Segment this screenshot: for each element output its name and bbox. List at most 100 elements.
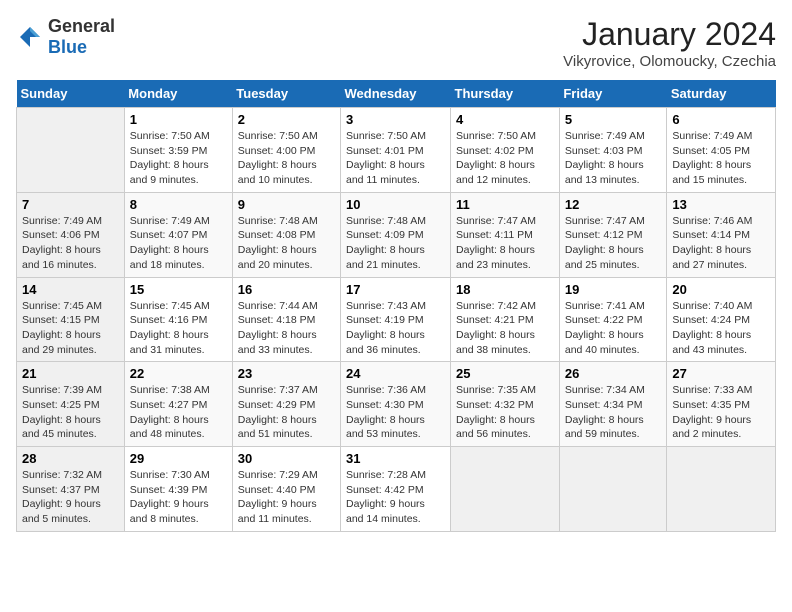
location-subtitle: Vikyrovice, Olomoucky, Czechia: [563, 53, 776, 70]
day-details: Sunrise: 7:45 AM Sunset: 4:16 PM Dayligh…: [130, 299, 227, 358]
day-number: 26: [565, 366, 662, 381]
cell-3-3: 24 Sunrise: 7:36 AM Sunset: 4:30 PM Dayli…: [341, 362, 451, 447]
day-number: 17: [346, 282, 445, 297]
day-number: 21: [22, 366, 119, 381]
week-row-2: 7Sunrise: 7:49 AM Sunset: 4:06 PM Daylig…: [17, 192, 776, 277]
day-number: 1: [130, 112, 227, 127]
cell-3-1: 22 Sunrise: 7:38 AM Sunset: 4:27 PM Dayli…: [124, 362, 232, 447]
day-details: Sunrise: 7:37 AM Sunset: 4:29 PM Dayligh…: [238, 383, 335, 442]
week-row-4: 21 Sunrise: 7:39 AM Sunset: 4:25 PM Dayli…: [17, 362, 776, 447]
day-number: 5: [565, 112, 662, 127]
header-row: Sunday Monday Tuesday Wednesday Thursday…: [17, 80, 776, 108]
day-details: Sunrise: 7:48 AM Sunset: 4:09 PM Dayligh…: [346, 214, 445, 273]
day-number: 8: [130, 197, 227, 212]
day-number: 22: [130, 366, 227, 381]
cell-1-6: 13 Sunrise: 7:46 AM Sunset: 4:14 PM Dayli…: [667, 192, 776, 277]
cell-0-2: 2 Sunrise: 7:50 AM Sunset: 4:00 PM Daylig…: [232, 108, 340, 193]
logo-icon: [16, 23, 44, 51]
day-number: 3: [346, 112, 445, 127]
day-details: Sunrise: 7:49 AM Sunset: 4:05 PM Dayligh…: [672, 129, 770, 188]
cell-4-1: 29 Sunrise: 7:30 AM Sunset: 4:39 PM Dayli…: [124, 447, 232, 532]
day-details: Sunrise: 7:49 AM Sunset: 4:07 PM Dayligh…: [130, 214, 227, 273]
day-details: Sunrise: 7:34 AM Sunset: 4:34 PM Dayligh…: [565, 383, 662, 442]
cell-4-2: 30 Sunrise: 7:29 AM Sunset: 4:40 PM Dayli…: [232, 447, 340, 532]
day-number: 24: [346, 366, 445, 381]
day-number: 15: [130, 282, 227, 297]
day-number: 19: [565, 282, 662, 297]
cell-1-5: 12 Sunrise: 7:47 AM Sunset: 4:12 PM Dayli…: [559, 192, 667, 277]
header-section: General Blue January 2024 Vikyrovice, Ol…: [16, 16, 776, 70]
col-tuesday: Tuesday: [232, 80, 340, 108]
day-details: Sunrise: 7:35 AM Sunset: 4:32 PM Dayligh…: [456, 383, 554, 442]
day-number: 23: [238, 366, 335, 381]
cell-0-4: 4Sunrise: 7:50 AM Sunset: 4:02 PM Daylig…: [451, 108, 560, 193]
cell-4-3: 31Sunrise: 7:28 AM Sunset: 4:42 PM Dayli…: [341, 447, 451, 532]
col-friday: Friday: [559, 80, 667, 108]
cell-0-3: 3 Sunrise: 7:50 AM Sunset: 4:01 PM Daylig…: [341, 108, 451, 193]
logo-text: General Blue: [48, 16, 115, 58]
day-number: 10: [346, 197, 445, 212]
day-details: Sunrise: 7:29 AM Sunset: 4:40 PM Dayligh…: [238, 468, 335, 527]
day-details: Sunrise: 7:36 AM Sunset: 4:30 PM Dayligh…: [346, 383, 445, 442]
title-section: January 2024 Vikyrovice, Olomoucky, Czec…: [563, 16, 776, 70]
cell-0-6: 6 Sunrise: 7:49 AM Sunset: 4:05 PM Daylig…: [667, 108, 776, 193]
day-details: Sunrise: 7:45 AM Sunset: 4:15 PM Dayligh…: [22, 299, 119, 358]
col-wednesday: Wednesday: [341, 80, 451, 108]
day-details: Sunrise: 7:42 AM Sunset: 4:21 PM Dayligh…: [456, 299, 554, 358]
day-number: 20: [672, 282, 770, 297]
day-number: 9: [238, 197, 335, 212]
cell-4-0: 28 Sunrise: 7:32 AM Sunset: 4:37 PM Dayli…: [17, 447, 125, 532]
day-number: 30: [238, 451, 335, 466]
day-number: 27: [672, 366, 770, 381]
cell-2-1: 15 Sunrise: 7:45 AM Sunset: 4:16 PM Dayli…: [124, 277, 232, 362]
logo: General Blue: [16, 16, 115, 58]
day-details: Sunrise: 7:47 AM Sunset: 4:12 PM Dayligh…: [565, 214, 662, 273]
day-number: 2: [238, 112, 335, 127]
day-number: 31: [346, 451, 445, 466]
day-details: Sunrise: 7:47 AM Sunset: 4:11 PM Dayligh…: [456, 214, 554, 273]
cell-3-2: 23 Sunrise: 7:37 AM Sunset: 4:29 PM Dayli…: [232, 362, 340, 447]
day-details: Sunrise: 7:38 AM Sunset: 4:27 PM Dayligh…: [130, 383, 227, 442]
day-details: Sunrise: 7:33 AM Sunset: 4:35 PM Dayligh…: [672, 383, 770, 442]
cell-1-4: 11 Sunrise: 7:47 AM Sunset: 4:11 PM Dayli…: [451, 192, 560, 277]
day-number: 28: [22, 451, 119, 466]
day-number: 12: [565, 197, 662, 212]
month-title: January 2024: [563, 16, 776, 53]
day-details: Sunrise: 7:41 AM Sunset: 4:22 PM Dayligh…: [565, 299, 662, 358]
col-monday: Monday: [124, 80, 232, 108]
cell-2-6: 20 Sunrise: 7:40 AM Sunset: 4:24 PM Dayli…: [667, 277, 776, 362]
cell-0-5: 5Sunrise: 7:49 AM Sunset: 4:03 PM Daylig…: [559, 108, 667, 193]
logo-blue: Blue: [48, 37, 87, 57]
cell-1-2: 9Sunrise: 7:48 AM Sunset: 4:08 PM Daylig…: [232, 192, 340, 277]
cell-3-4: 25 Sunrise: 7:35 AM Sunset: 4:32 PM Dayli…: [451, 362, 560, 447]
day-details: Sunrise: 7:50 AM Sunset: 4:01 PM Dayligh…: [346, 129, 445, 188]
cell-1-3: 10 Sunrise: 7:48 AM Sunset: 4:09 PM Dayli…: [341, 192, 451, 277]
day-number: 13: [672, 197, 770, 212]
day-details: Sunrise: 7:43 AM Sunset: 4:19 PM Dayligh…: [346, 299, 445, 358]
week-row-3: 14 Sunrise: 7:45 AM Sunset: 4:15 PM Dayli…: [17, 277, 776, 362]
col-thursday: Thursday: [451, 80, 560, 108]
cell-3-0: 21 Sunrise: 7:39 AM Sunset: 4:25 PM Dayli…: [17, 362, 125, 447]
day-details: Sunrise: 7:40 AM Sunset: 4:24 PM Dayligh…: [672, 299, 770, 358]
day-details: Sunrise: 7:50 AM Sunset: 4:02 PM Dayligh…: [456, 129, 554, 188]
day-details: Sunrise: 7:39 AM Sunset: 4:25 PM Dayligh…: [22, 383, 119, 442]
cell-2-5: 19 Sunrise: 7:41 AM Sunset: 4:22 PM Dayli…: [559, 277, 667, 362]
day-number: 14: [22, 282, 119, 297]
cell-2-3: 17 Sunrise: 7:43 AM Sunset: 4:19 PM Dayli…: [341, 277, 451, 362]
day-details: Sunrise: 7:46 AM Sunset: 4:14 PM Dayligh…: [672, 214, 770, 273]
day-number: 29: [130, 451, 227, 466]
day-details: Sunrise: 7:50 AM Sunset: 4:00 PM Dayligh…: [238, 129, 335, 188]
day-details: Sunrise: 7:50 AM Sunset: 3:59 PM Dayligh…: [130, 129, 227, 188]
day-number: 11: [456, 197, 554, 212]
day-details: Sunrise: 7:32 AM Sunset: 4:37 PM Dayligh…: [22, 468, 119, 527]
cell-4-5: [559, 447, 667, 532]
cell-2-2: 16Sunrise: 7:44 AM Sunset: 4:18 PM Dayli…: [232, 277, 340, 362]
day-number: 25: [456, 366, 554, 381]
cell-0-0: [17, 108, 125, 193]
cell-3-5: 26 Sunrise: 7:34 AM Sunset: 4:34 PM Dayli…: [559, 362, 667, 447]
cell-2-4: 18 Sunrise: 7:42 AM Sunset: 4:21 PM Dayli…: [451, 277, 560, 362]
day-number: 6: [672, 112, 770, 127]
day-details: Sunrise: 7:30 AM Sunset: 4:39 PM Dayligh…: [130, 468, 227, 527]
day-number: 18: [456, 282, 554, 297]
col-sunday: Sunday: [17, 80, 125, 108]
